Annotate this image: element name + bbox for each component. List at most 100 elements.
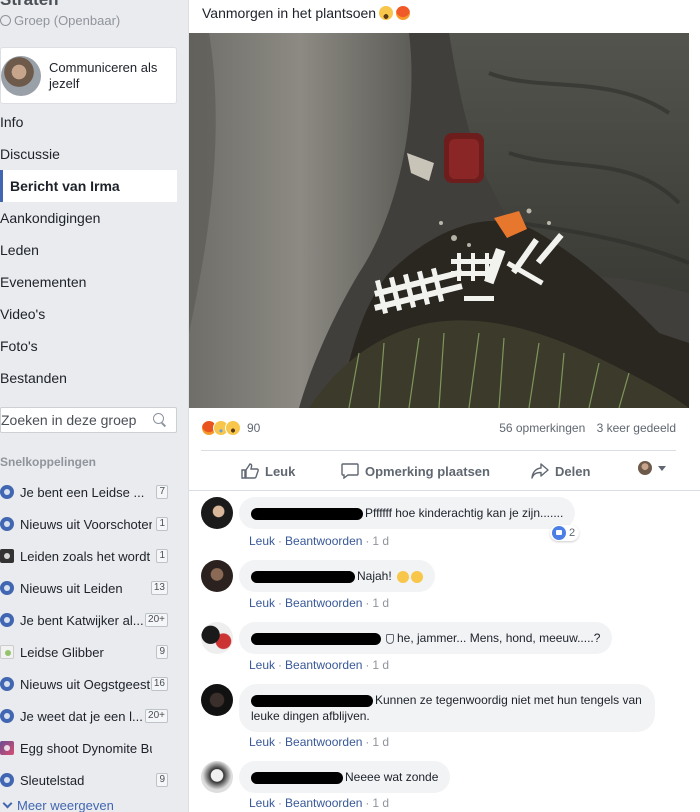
comment-like-link[interactable]: Leuk	[249, 796, 275, 810]
comment-like-link[interactable]: Leuk	[249, 735, 275, 749]
comment-reply-link[interactable]: Beantwoorden	[285, 596, 362, 610]
nav-item-events[interactable]: Evenementen	[0, 266, 177, 298]
post-message: Vanmorgen in het plantsoen	[202, 5, 411, 21]
nav-item-discussion[interactable]: Discussie	[0, 138, 177, 170]
nav-item-files[interactable]: Bestanden	[0, 362, 177, 394]
group-sidebar: Straten Groep (Openbaar) Communiceren al…	[0, 0, 188, 812]
comment-like-link[interactable]: Leuk	[249, 534, 275, 548]
group-privacy-label: Groep (Openbaar)	[14, 13, 121, 28]
reaction-identity-selector[interactable]	[638, 461, 666, 475]
shortcut-item[interactable]: Leiden zoals het wordt 1	[0, 540, 180, 572]
thumbs-up-icon	[241, 463, 259, 479]
group-search	[0, 407, 177, 433]
image-icon	[0, 741, 14, 755]
comment-reply-link[interactable]: Beantwoorden	[285, 796, 362, 810]
shield-icon	[386, 633, 394, 644]
post-card: Vanmorgen in het plantsoen 90 56 opmerki…	[188, 0, 700, 812]
shortcut-item[interactable]: Je bent Katwijker al... 20+	[0, 604, 180, 636]
comment-bubble: Neeee wat zonde	[239, 761, 451, 793]
nav-item-members[interactable]: Leden	[0, 234, 177, 266]
like-button-label: Leuk	[265, 463, 296, 479]
shortcut-count-badge: 1	[156, 517, 168, 531]
shortcut-item[interactable]: Egg shoot Dynomite Bu...	[0, 732, 180, 764]
globe-icon	[0, 15, 11, 26]
commenter-avatar[interactable]	[201, 622, 233, 654]
comment-like-link[interactable]: Leuk	[249, 596, 275, 610]
shortcut-label: Nieuws uit Oegstgeest	[20, 676, 151, 692]
group-icon	[0, 581, 14, 595]
nav-item-photos[interactable]: Foto's	[0, 330, 177, 362]
shortcut-label: Nieuws uit Leiden	[20, 580, 123, 596]
comment-like-count[interactable]: 2	[550, 525, 580, 541]
shortcut-item[interactable]: Nieuws uit Oegstgeest 16	[0, 668, 180, 700]
post-meta: 56 opmerkingen 3 keer gedeeld	[499, 421, 676, 435]
shortcut-item[interactable]: Nieuws uit Voorschoten 1	[0, 508, 180, 540]
comment-reply-link[interactable]: Beantwoorden	[285, 534, 362, 548]
commenter-avatar[interactable]	[201, 560, 233, 592]
shortcut-item[interactable]: Je weet dat je een l... 20+	[0, 700, 180, 732]
act-as-label: Communiceren als jezelf	[49, 59, 158, 91]
search-icon[interactable]	[153, 413, 167, 427]
share-button[interactable]: Delen	[531, 463, 590, 479]
commenter-avatar[interactable]	[201, 761, 233, 793]
group-name[interactable]: Straten	[0, 0, 59, 10]
see-more-link[interactable]: Meer weergeven	[0, 798, 114, 812]
comment-text: he, jammer... Mens, hond, meeuw.....?	[397, 631, 601, 645]
group-icon	[0, 773, 14, 787]
shortcut-item[interactable]: Nieuws uit Leiden 13	[0, 572, 180, 604]
nav-item-videos[interactable]: Video's	[0, 298, 177, 330]
shortcut-label: Egg shoot Dynomite Bu...	[20, 740, 152, 756]
camera-icon	[0, 549, 14, 563]
comments-count-link[interactable]: 56 opmerkingen	[499, 421, 585, 435]
caret-down-icon	[658, 465, 666, 471]
commenter-avatar[interactable]	[201, 497, 233, 529]
commenter-avatar[interactable]	[201, 684, 233, 716]
shares-count-link[interactable]: 3 keer gedeeld	[597, 421, 676, 435]
shortcut-label: Leiden zoals het wordt	[20, 548, 151, 564]
comment-age[interactable]: 1 d	[372, 735, 389, 749]
comment-text: Najah!	[357, 569, 392, 583]
comment-age[interactable]: 1 d	[372, 534, 389, 548]
group-nav: Info Discussie Bericht van Irma Aankondi…	[0, 106, 177, 394]
group-search-input[interactable]	[1, 412, 149, 428]
comment-age[interactable]: 1 d	[372, 658, 389, 672]
comment-reply-link[interactable]: Beantwoorden	[285, 658, 362, 672]
shortcuts-list: Je bent een Leidse ... 7 Nieuws uit Voors…	[0, 476, 180, 796]
comment-age[interactable]: 1 d	[372, 796, 389, 810]
post-photo[interactable]	[189, 33, 689, 408]
shortcut-label: Leidse Glibber	[20, 644, 104, 660]
shortcut-label: Je bent Katwijker al...	[20, 612, 144, 628]
nav-item-info[interactable]: Info	[0, 106, 177, 138]
chevron-down-icon	[2, 798, 13, 809]
comment-reply-link[interactable]: Beantwoorden	[285, 735, 362, 749]
shortcut-count-badge: 7	[156, 485, 168, 499]
redacted-name	[251, 570, 355, 583]
grimace-emoji-icon	[397, 570, 410, 583]
comment-button-label: Opmerking plaatsen	[365, 463, 490, 479]
share-button-label: Delen	[555, 463, 591, 479]
shortcut-item[interactable]: Leidse Glibber 9	[0, 636, 180, 668]
shortcut-count-badge: 16	[150, 677, 168, 691]
shortcut-item[interactable]: Je bent een Leidse ... 7	[0, 476, 180, 508]
comment-button[interactable]: Opmerking plaatsen	[341, 463, 490, 479]
comment-bubble: he, jammer... Mens, hond, meeuw.....?	[239, 622, 613, 654]
shortcut-count-badge: 1	[156, 549, 168, 563]
speech-bubble-icon	[341, 463, 359, 479]
act-as-yourself-button[interactable]: Communiceren als jezelf	[0, 47, 177, 104]
nav-item-post-irma[interactable]: Bericht van Irma	[0, 170, 177, 202]
reactions-summary[interactable]: 90	[201, 420, 260, 436]
group-icon	[0, 517, 14, 531]
comment-age[interactable]: 1 d	[372, 596, 389, 610]
comment-actions: Leuk · Beantwoorden · 1 d	[249, 658, 390, 672]
nav-item-announcements[interactable]: Aankondigingen	[0, 202, 177, 234]
post-text: Vanmorgen in het plantsoen	[202, 5, 377, 21]
like-button[interactable]: Leuk	[241, 463, 295, 479]
shortcut-label: Sleutelstad	[20, 772, 85, 788]
redacted-name	[251, 507, 363, 520]
comment-like-link[interactable]: Leuk	[249, 658, 275, 672]
shortcut-count-badge: 9	[156, 645, 168, 659]
shortcut-item[interactable]: Sleutelstad 9	[0, 764, 180, 796]
shortcut-label: Je weet dat je een l...	[20, 708, 143, 724]
scream-emoji-icon	[379, 6, 394, 20]
comment-actions: Leuk · Beantwoorden · 1 d	[249, 796, 390, 810]
